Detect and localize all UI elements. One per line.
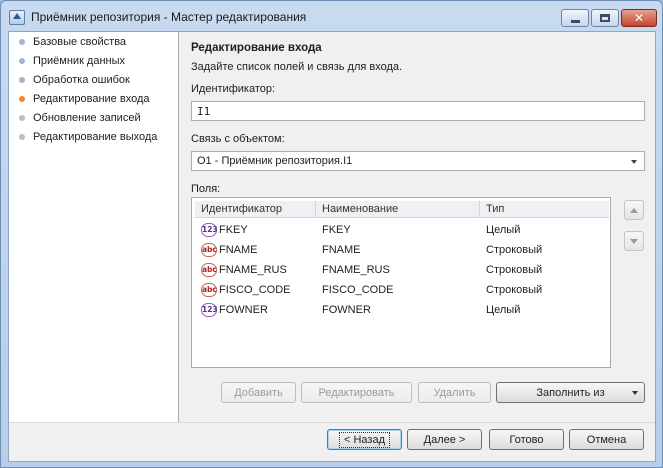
step-done-icon — [19, 39, 25, 45]
move-up-button[interactable] — [624, 200, 644, 220]
close-button[interactable]: ✕ — [621, 9, 657, 27]
column-header-identifier[interactable]: Идентификатор — [195, 201, 316, 218]
wizard-window: Приёмник репозитория - Мастер редактиров… — [0, 0, 663, 468]
field-type: Строковый — [486, 244, 543, 256]
minimize-button[interactable] — [561, 9, 589, 27]
field-type: Целый — [486, 304, 521, 316]
chevron-down-icon[interactable] — [632, 391, 638, 395]
link-object-select[interactable]: O1 - Приёмник репозитория.I1 — [191, 151, 645, 171]
title-bar[interactable]: Приёмник репозитория - Мастер редактиров… — [1, 1, 662, 31]
field-type: Строковый — [486, 264, 543, 276]
field-name: FOWNER — [322, 304, 371, 316]
delete-button[interactable]: Удалить — [418, 382, 491, 403]
field-identifier: FNAME_RUS — [219, 264, 287, 276]
dialog-client: Базовые свойства Приёмник данных Обработ… — [8, 31, 656, 462]
fill-from-button[interactable]: Заполнить из — [496, 382, 645, 403]
integer-type-icon: 123 — [201, 223, 218, 237]
cell-identifier: 123 FKEY — [195, 223, 316, 237]
main-panel: Редактирование входа Задайте список поле… — [180, 32, 655, 422]
back-button-label: < Назад — [339, 431, 390, 448]
table-row[interactable]: abc FNAME FNAME Строковый — [195, 240, 609, 260]
footer-divider — [9, 422, 655, 423]
cell-identifier: abc FNAME_RUS — [195, 263, 316, 277]
next-button[interactable]: Далее > — [407, 429, 482, 450]
integer-type-icon: 123 — [201, 303, 218, 317]
step-error-handling[interactable]: Обработка ошибок — [9, 71, 178, 89]
field-name: FNAME_RUS — [322, 264, 390, 276]
window-title: Приёмник репозитория - Мастер редактиров… — [31, 10, 307, 24]
string-type-icon: abc — [201, 263, 217, 277]
field-identifier: FISCO_CODE — [219, 284, 291, 296]
step-pending-icon — [19, 134, 25, 140]
step-record-update[interactable]: Обновление записей — [9, 109, 178, 127]
step-label: Редактирование выхода — [33, 131, 158, 143]
close-icon: ✕ — [633, 11, 645, 25]
step-done-icon — [19, 58, 25, 64]
edit-button[interactable]: Редактировать — [301, 382, 412, 403]
maximize-button[interactable] — [591, 9, 619, 27]
field-identifier: FOWNER — [219, 304, 268, 316]
step-output-editing[interactable]: Редактирование выхода — [9, 128, 178, 146]
string-type-icon: abc — [201, 243, 217, 257]
step-data-receiver[interactable]: Приёмник данных — [9, 52, 178, 70]
step-basic-properties[interactable]: Базовые свойства — [9, 33, 178, 51]
step-label: Обработка ошибок — [33, 74, 130, 86]
step-input-editing[interactable]: Редактирование входа — [9, 90, 178, 108]
field-type: Целый — [486, 224, 521, 236]
field-name: FISCO_CODE — [322, 284, 394, 296]
maximize-icon — [600, 14, 610, 22]
fields-label: Поля: — [191, 183, 221, 195]
step-label: Редактирование входа — [33, 93, 150, 105]
table-row[interactable]: abc FNAME_RUS FNAME_RUS Строковый — [195, 260, 609, 280]
field-type: Строковый — [486, 284, 543, 296]
step-pending-icon — [19, 115, 25, 121]
finish-button[interactable]: Готово — [489, 429, 564, 450]
table-row[interactable]: abc FISCO_CODE FISCO_CODE Строковый — [195, 280, 609, 300]
fill-from-label: Заполнить из — [536, 386, 605, 399]
table-row[interactable]: 123 FKEY FKEY Целый — [195, 220, 609, 240]
table-row[interactable]: 123 FOWNER FOWNER Целый — [195, 300, 609, 320]
back-button[interactable]: < Назад — [327, 429, 402, 450]
arrow-down-icon — [630, 238, 638, 244]
minimize-icon — [570, 19, 580, 23]
page-heading: Редактирование входа — [191, 42, 322, 54]
move-down-button[interactable] — [624, 231, 644, 251]
field-name: FKEY — [322, 224, 351, 236]
grid-header: Идентификатор Наименование Тип — [195, 201, 609, 218]
string-type-icon: abc — [201, 283, 217, 297]
step-done-icon — [19, 77, 25, 83]
add-button[interactable]: Добавить — [221, 382, 296, 403]
field-name: FNAME — [322, 244, 361, 256]
step-label: Обновление записей — [33, 112, 141, 124]
cell-identifier: 123 FOWNER — [195, 303, 316, 317]
identifier-input[interactable]: I1 — [191, 101, 645, 121]
page-subtitle: Задайте список полей и связь для входа. — [191, 61, 403, 73]
fields-grid[interactable]: Идентификатор Наименование Тип 123 FKEY … — [191, 197, 611, 368]
step-active-icon — [19, 96, 25, 102]
identifier-label: Идентификатор: — [191, 83, 276, 95]
column-header-name[interactable]: Наименование — [316, 201, 480, 218]
field-identifier: FNAME — [219, 244, 258, 256]
step-label: Приёмник данных — [33, 55, 126, 67]
chevron-down-icon — [631, 160, 637, 164]
cell-identifier: abc FISCO_CODE — [195, 283, 316, 297]
wizard-steps-sidebar: Базовые свойства Приёмник данных Обработ… — [9, 32, 179, 422]
link-label: Связь с объектом: — [191, 133, 285, 145]
arrow-up-icon — [630, 207, 638, 213]
cancel-button[interactable]: Отмена — [569, 429, 644, 450]
field-identifier: FKEY — [219, 224, 248, 236]
cell-identifier: abc FNAME — [195, 243, 316, 257]
column-header-type[interactable]: Тип — [480, 201, 609, 218]
app-icon — [9, 10, 25, 25]
link-object-value: O1 - Приёмник репозитория.I1 — [197, 155, 353, 167]
step-label: Базовые свойства — [33, 36, 127, 48]
